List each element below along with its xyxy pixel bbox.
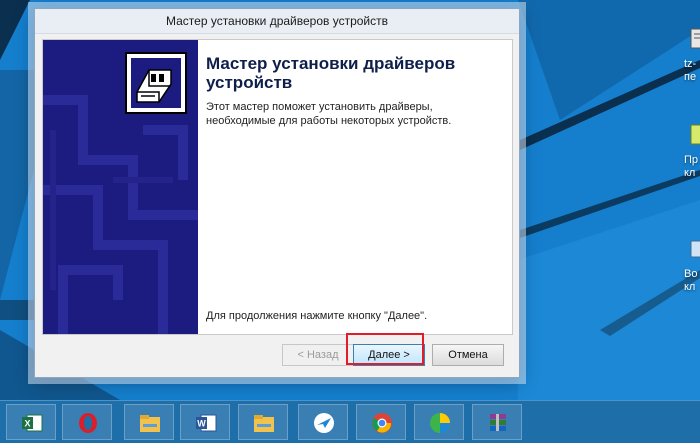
wizard-button-bar: < Назад Далее > Отмена (35, 339, 519, 369)
shortcut-icon (690, 240, 700, 258)
colorful-ball-icon (430, 413, 450, 433)
svg-text:W: W (197, 419, 206, 429)
svg-text:X: X (24, 419, 30, 429)
desktop-icon-label: Во кл (684, 268, 698, 293)
next-button[interactable]: Далее > (353, 344, 425, 366)
chrome-icon (372, 413, 392, 433)
taskbar-app-chrome[interactable] (356, 404, 406, 440)
device-logo-icon (125, 52, 187, 114)
winrar-icon (490, 414, 506, 431)
file-explorer-icon (254, 415, 274, 432)
opera-icon (79, 413, 97, 433)
taskbar: X W (0, 400, 700, 443)
window-title[interactable]: Мастер установки драйверов устройств (35, 9, 519, 34)
desktop-icon-3[interactable]: Во кл (684, 238, 700, 294)
wizard-content: Мастер установки драйверов устройств Это… (42, 39, 513, 335)
taskbar-app-colorful[interactable] (414, 404, 464, 440)
desktop-icon-label: Пр кл (684, 154, 699, 179)
taskbar-app-winrar[interactable] (472, 404, 522, 440)
taskbar-app-bird[interactable] (298, 404, 348, 440)
file-icon (690, 28, 700, 49)
document-icon (690, 124, 700, 145)
wizard-heading: Мастер установки драйверов устройств (206, 54, 456, 92)
cancel-button[interactable]: Отмена (432, 344, 504, 366)
wizard-banner (43, 40, 198, 334)
wizard-description: Этот мастер поможет установить драйверы,… (206, 101, 452, 127)
file-explorer-icon (140, 415, 160, 432)
word-icon: W (196, 414, 217, 432)
back-button[interactable]: < Назад (282, 344, 354, 366)
wizard-continue-hint: Для продолжения нажмите кнопку "Далее". (206, 310, 428, 322)
taskbar-app-explorer[interactable] (124, 404, 174, 440)
taskbar-app-opera[interactable] (62, 404, 112, 440)
taskbar-app-word[interactable]: W (180, 404, 230, 440)
excel-icon: X (22, 414, 43, 432)
desktop-icon-2[interactable]: Пр кл (684, 124, 700, 180)
desktop-icon-1[interactable]: tz- пе (684, 28, 700, 84)
taskbar-app-explorer-2[interactable] (238, 404, 288, 440)
driver-wizard-window: Мастер установки драйверов устройств Мас… (34, 8, 520, 378)
bird-app-icon (314, 413, 334, 433)
taskbar-app-excel[interactable]: X (6, 404, 56, 440)
desktop-icon-label: tz- пе (684, 58, 697, 83)
